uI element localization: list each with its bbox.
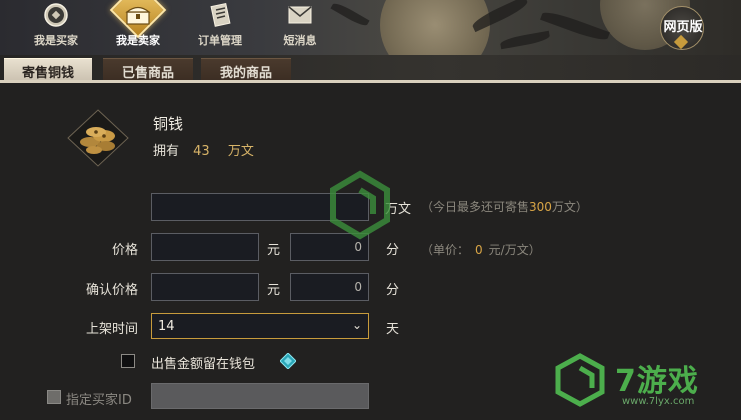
tab-underline <box>0 80 741 83</box>
keep-in-wallet-label: 出售金额留在钱包 <box>151 357 256 372</box>
copper-coins-icon <box>66 108 130 168</box>
unit-price-hint: （单价： 0 元/万文） <box>421 241 541 258</box>
treasure-chest-icon <box>123 0 153 30</box>
item-name: 铜钱 <box>153 115 184 133</box>
confirm-yuan-field[interactable] <box>151 273 259 301</box>
tab-label: 已售商品 <box>121 65 174 81</box>
listing-time-value: 14 <box>158 318 175 334</box>
price-yuan-field[interactable] <box>151 233 259 261</box>
top-nav-bar: 我是买家 我是卖家 订单管理 短消息 网页版 <box>0 0 741 55</box>
web-version-button[interactable]: 网页版 <box>648 6 718 52</box>
listing-time-label: 上架时间 <box>85 322 138 337</box>
decor-leaf <box>499 30 551 50</box>
nav-buyer[interactable]: 我是买家 <box>24 0 88 50</box>
amount-hint-value: 300 <box>529 200 552 214</box>
price-yuan-input[interactable] <box>152 234 258 260</box>
own-label: 拥有 <box>153 144 180 159</box>
unit-price-prefix: （单价： <box>421 243 470 257</box>
nav-orders[interactable]: 订单管理 <box>188 0 252 50</box>
confirm-yuan-unit: 元 <box>267 283 281 298</box>
nav-orders-label: 订单管理 <box>198 34 242 47</box>
nav-seller[interactable]: 我是卖家 <box>106 0 170 50</box>
envelope-icon <box>285 0 315 30</box>
specify-buyer-checkbox[interactable] <box>47 390 61 404</box>
unit-price-value: 0 <box>475 243 483 257</box>
decor-leaf <box>540 8 610 44</box>
tab-label: 寄售铜钱 <box>21 65 74 81</box>
price-yuan-unit: 元 <box>267 243 281 258</box>
watermark-url: www.7lyx.com <box>622 396 695 407</box>
watermark-mark-icon <box>325 170 395 240</box>
nav-messages-label: 短消息 <box>283 34 317 47</box>
price-fen-unit: 分 <box>386 243 400 258</box>
own-unit: 万文 <box>227 144 254 159</box>
scroll-icon <box>205 0 235 30</box>
confirm-yuan-input[interactable] <box>152 274 258 300</box>
listing-time-select[interactable]: 14 ⌄ <box>151 313 369 339</box>
confirm-price-label: 确认价格 <box>85 283 138 298</box>
confirm-fen-field[interactable] <box>290 273 369 301</box>
web-version-label: 网页版 <box>663 20 703 35</box>
chevron-down-icon: ⌄ <box>351 318 362 332</box>
own-row: 拥有 43 万文 <box>153 140 254 159</box>
amount-hint-suffix: 万文） <box>551 200 588 214</box>
nav-seller-label: 我是卖家 <box>116 34 160 47</box>
confirm-fen-input[interactable] <box>291 274 368 300</box>
coin-icon <box>41 0 71 30</box>
unit-price-suffix: 元/万文） <box>488 243 541 257</box>
watermark-brand: 7游戏 <box>615 364 699 399</box>
nav-buyer-label: 我是买家 <box>34 34 78 47</box>
specify-buyer-input[interactable] <box>151 383 369 409</box>
own-value: 43 <box>193 144 210 159</box>
price-label: 价格 <box>111 243 138 258</box>
tab-bar: 寄售铜钱 已售商品 我的商品 <box>0 55 741 83</box>
amount-hint-prefix: （今日最多还可寄售 <box>421 200 530 214</box>
keep-in-wallet-checkbox[interactable] <box>121 354 135 368</box>
specify-buyer-label: 指定买家ID <box>66 393 132 408</box>
confirm-fen-unit: 分 <box>386 283 400 298</box>
help-gem-icon[interactable] <box>279 352 297 370</box>
listing-time-unit: 天 <box>386 322 400 337</box>
nav-messages[interactable]: 短消息 <box>268 0 332 50</box>
decor-leaf <box>330 0 370 29</box>
amount-hint: （今日最多还可寄售300万文） <box>421 198 588 215</box>
tab-label: 我的商品 <box>219 65 272 81</box>
